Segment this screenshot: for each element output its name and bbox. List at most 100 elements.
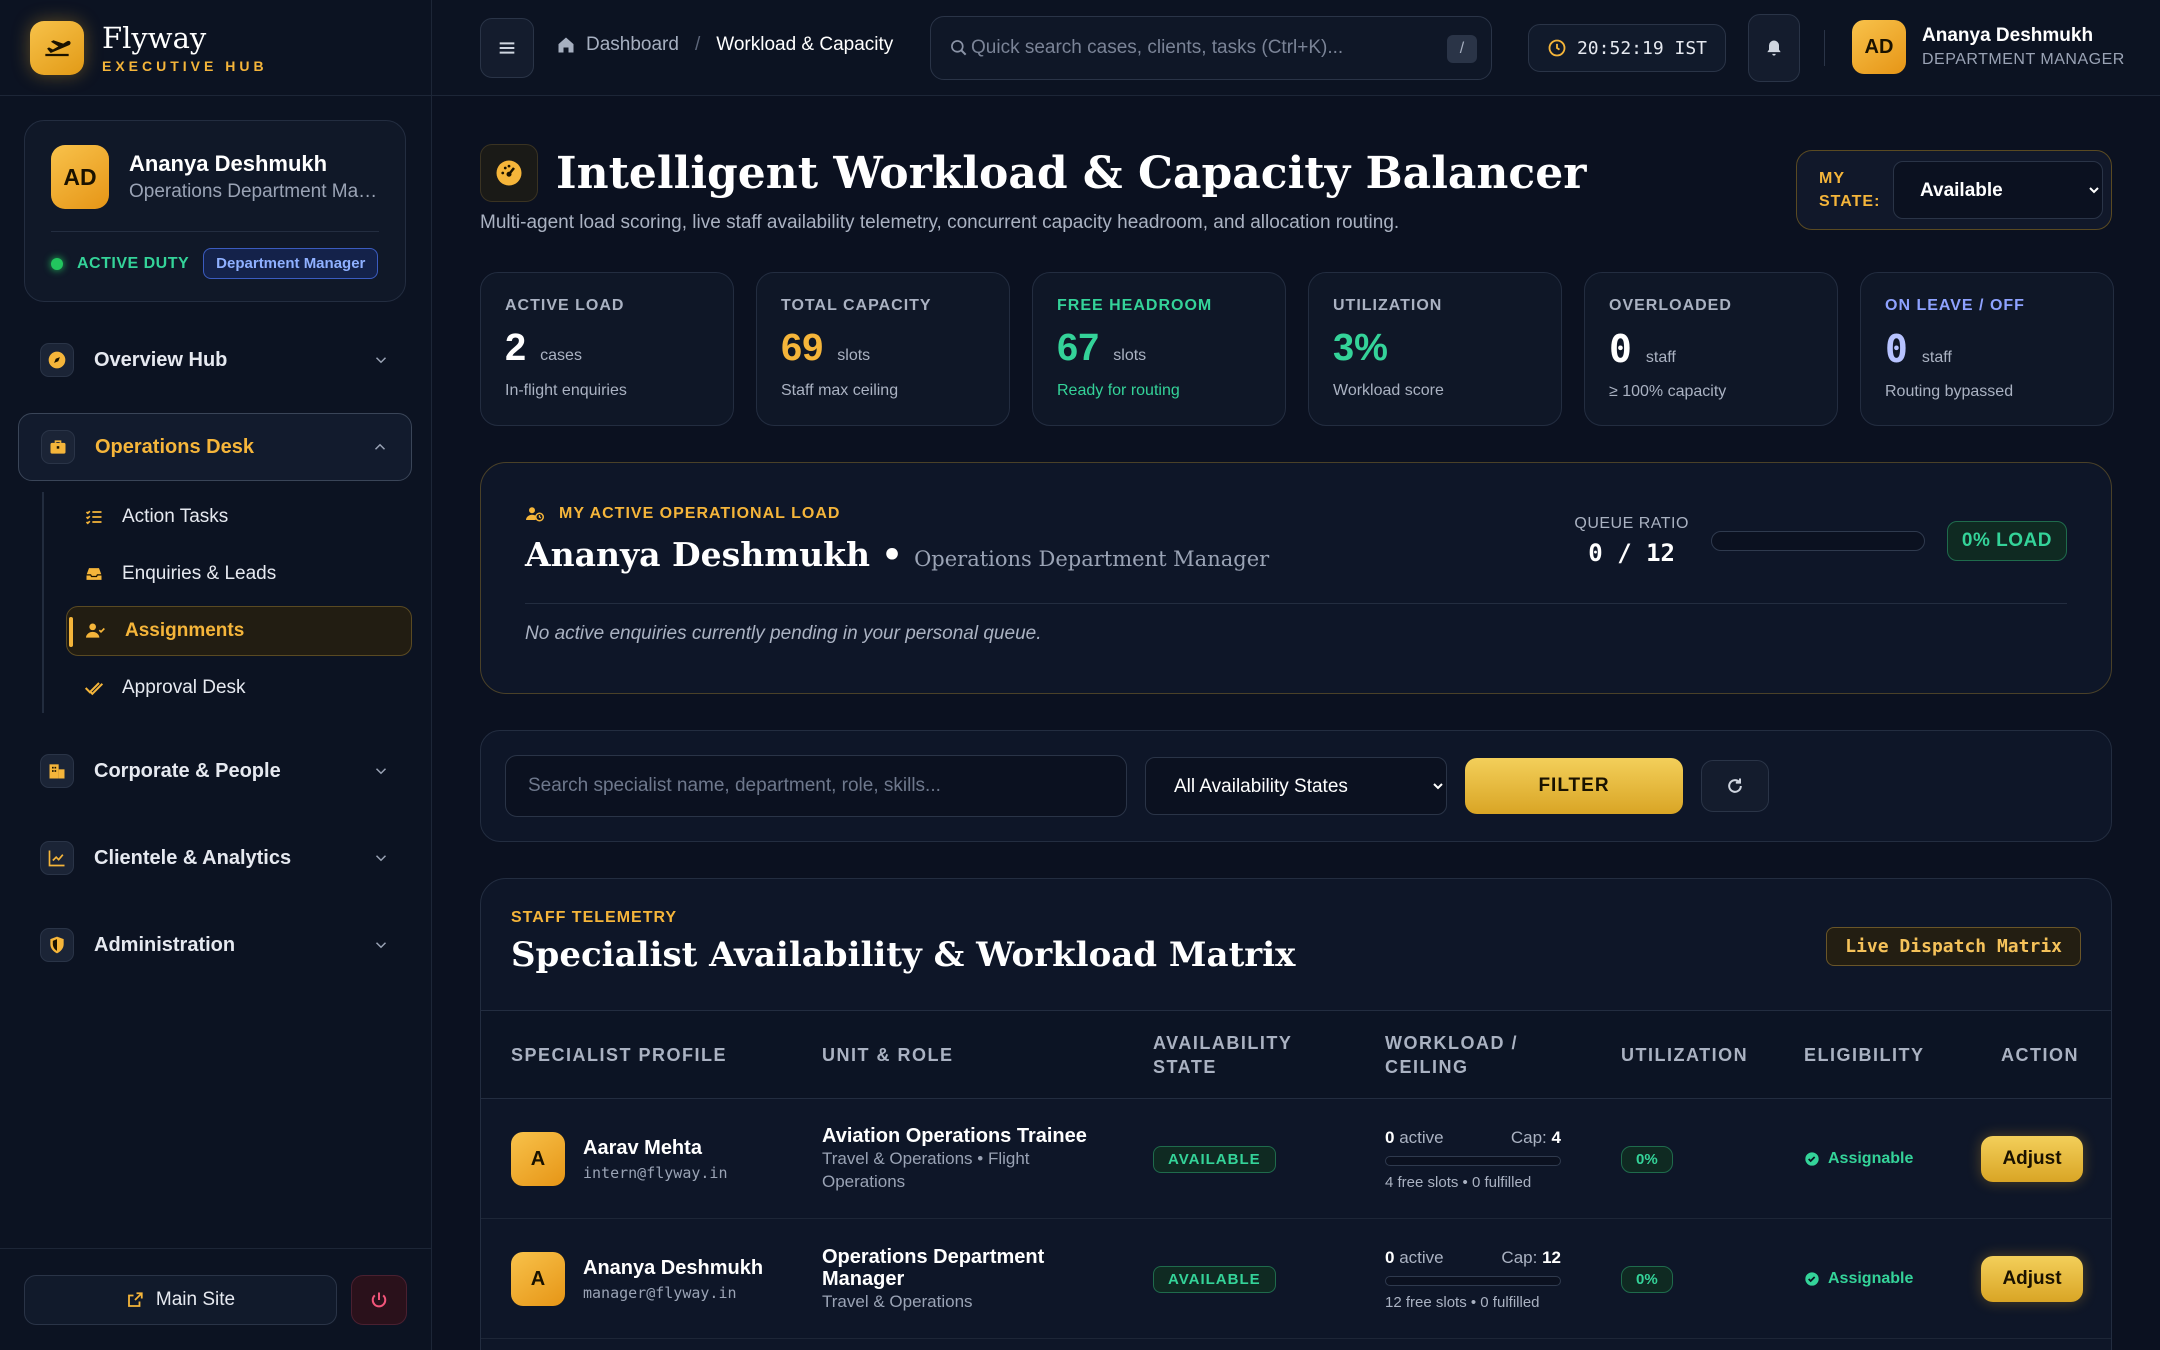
main-site-label: Main Site [155,1288,236,1310]
avatar: A [511,1252,565,1306]
table-row: A Aarav Mehta intern@flyway.in Aviation … [481,1099,2111,1219]
sidebar-item-assignments[interactable]: Assignments [66,606,412,656]
chevron-down-icon [375,768,387,775]
kpi-value: 69 [781,327,824,369]
clock: 20:52:19 IST [1528,24,1726,72]
global-search: / [930,16,1492,80]
logout-button[interactable] [351,1274,407,1325]
unit-role: Operations Department [822,1245,1045,1268]
divider [51,231,379,232]
notifications-button[interactable] [1748,14,1800,82]
chevron-down-icon [375,942,387,949]
check-circle-icon [1805,1152,1819,1166]
brand-name: Flyway [102,20,207,55]
sidebar-item-corporate[interactable]: Corporate & People [18,737,412,805]
col-header-profile[interactable]: SPECIALIST PROFILE [511,1011,727,1099]
kpi-unit: cases [540,347,582,364]
main-site-button[interactable]: Main Site [24,1274,337,1325]
page-subtitle: Multi-agent load scoring, live staff ava… [480,212,1400,233]
filter-bar: All Availability States FILTER [480,730,2112,842]
kpi-label: ACTIVE LOAD [505,297,625,314]
workload-caption: 4 free slots • 0 fulfilled [1385,1173,1532,1191]
sidebar-item-operations[interactable]: Operations Desk [18,413,412,481]
eligibility-cell: Assignable [1804,1099,1913,1219]
col-header-workload[interactable]: WORKLOAD / CEILING [1385,1011,1518,1099]
queue-progress-bar [1710,531,1925,551]
col-header-line: CEILING [1385,1057,1469,1077]
page-title: Intelligent Workload & Capacity Balancer [556,147,1587,199]
col-header-eligibility[interactable]: ELIGIBILITY [1804,1011,1925,1099]
unit-department: Travel & Operations • Flight [822,1149,1030,1168]
status-dot-icon [51,257,63,270]
unit-cell: Operations Department Manager Travel & O… [822,1219,1122,1339]
my-state-label: MY STATE: [1819,170,1881,210]
matrix-kicker: STAFF TELEMETRY [511,909,678,926]
list-check-icon [85,510,102,525]
clock-icon [1548,39,1566,57]
brand[interactable]: Flyway EXECUTIVE HUB [0,0,431,96]
hamburger-icon [499,42,515,54]
action-cell: Adjust [1981,1099,2083,1219]
sidebar-item-clientele[interactable]: Clientele & Analytics [18,824,412,892]
unit-department: Operations [822,1172,906,1191]
active-count: 0 [1385,1127,1395,1147]
menu-toggle-button[interactable] [480,18,534,78]
eligibility-cell: Assignable [1804,1219,1913,1339]
workload-progress-bar [1385,1155,1561,1166]
my-state-control: MY STATE: Available [1796,150,2112,230]
state-cell: AVAILABLE [1153,1219,1276,1339]
sidebar-item-label: Overview Hub [94,348,228,371]
action-cell: Adjust [1981,1219,2083,1339]
user-menu[interactable]: AD Ananya Deshmukh DEPARTMENT MANAGER [1852,20,2125,74]
sidebar-item-approval[interactable]: Approval Desk [66,663,412,713]
kpi-caption: Routing bypassed [1885,383,2014,400]
col-header-unit[interactable]: UNIT & ROLE [822,1011,954,1099]
col-header-utilization[interactable]: UTILIZATION [1621,1011,1748,1099]
workload-caption: 12 free slots • 0 fulfilled [1385,1293,1540,1311]
my-state-select[interactable]: Available [1893,161,2103,219]
status-badge: AVAILABLE [1153,1265,1276,1293]
chart-line-icon [40,841,74,875]
workload-cell: 0 active Cap: 12 12 free slots • 0 fulfi… [1385,1219,1561,1339]
filter-button[interactable]: FILTER [1465,758,1683,814]
queue-value: 0 / 12 [1588,539,1675,567]
sidebar-item-overview[interactable]: Overview Hub [18,326,412,394]
col-header-line: WORKLOAD / [1385,1033,1518,1053]
user-role: DEPARTMENT MANAGER [1922,51,2125,68]
sidebar-item-administration[interactable]: Administration [18,911,412,979]
workload-matrix: STAFF TELEMETRY Specialist Availability … [480,878,2112,1350]
col-header-state[interactable]: AVAILABILITY STATE [1153,1011,1292,1099]
bell-icon [1767,40,1781,56]
unit-department: Travel & Operations [822,1291,973,1311]
adjust-button[interactable]: Adjust [1981,1136,2083,1182]
specialist-cell: A Aarav Mehta intern@flyway.in [511,1099,728,1219]
eligibility-text: Assignable [1828,1150,1914,1167]
active-count: 0 [1385,1247,1395,1267]
load-percent-badge: 0% LOAD [1946,521,2067,561]
sidebar-footer: Main Site [0,1248,432,1350]
check-circle-icon [1805,1272,1819,1286]
sidebar-item-label: Enquiries & Leads [122,563,277,584]
adjust-button[interactable]: Adjust [1981,1256,2083,1302]
refresh-button[interactable] [1701,760,1769,812]
col-header-action: ACTION [2001,1045,2079,1065]
my-load-role: Operations Department Manager [914,547,1270,571]
home-icon [558,37,574,53]
kpi-value: 67 [1057,327,1100,369]
sidebar-item-enquiries[interactable]: Enquiries & Leads [66,549,412,599]
utilization-badge: 0% [1621,1265,1673,1293]
gauge-icon [480,144,538,202]
avatar: AD [1852,20,1906,74]
shortcut-key: / [1447,35,1477,63]
compass-icon [40,343,74,377]
utilization-badge: 0% [1621,1145,1673,1173]
sidebar-item-label: Administration [94,933,236,956]
kpi-value: 3% [1333,327,1388,369]
specialist-search-input[interactable] [505,755,1127,817]
search-input[interactable] [971,37,1441,59]
sidebar-item-action-tasks[interactable]: Action Tasks [66,492,412,542]
status-text: ACTIVE DUTY [77,254,190,272]
availability-filter-select[interactable]: All Availability States [1145,757,1447,815]
breadcrumb-home[interactable]: Dashboard [586,34,679,56]
profile-card: AD Ananya Deshmukh Operations Department… [24,120,406,302]
